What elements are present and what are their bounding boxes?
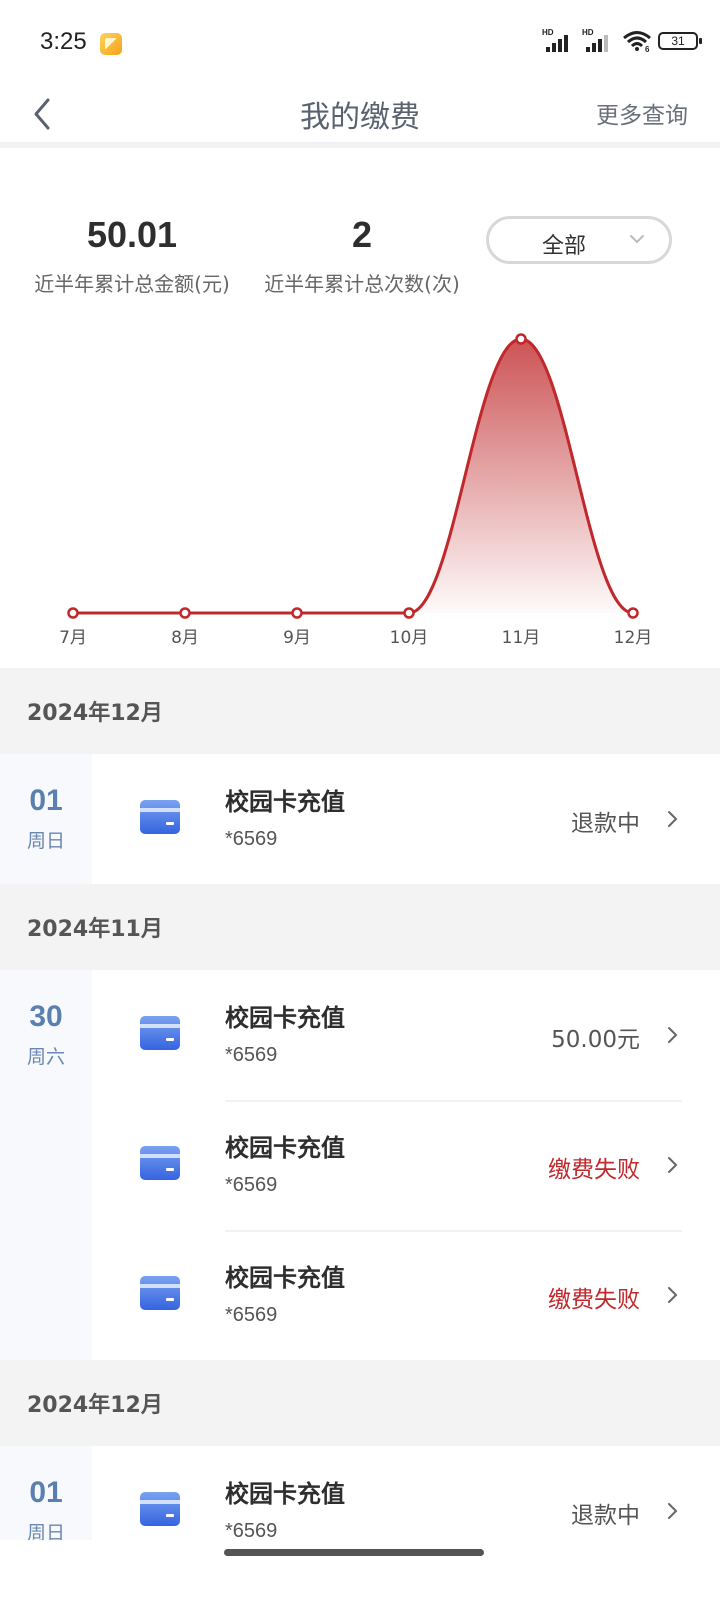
total-count-value: 2 <box>351 214 373 255</box>
chart-x-tick-label: 12月 <box>614 628 653 648</box>
day-items: 校园卡充值 *6569 退款中 <box>92 754 720 884</box>
payment-record-item[interactable]: 校园卡充值 *6569 缴费失败 <box>92 1100 720 1230</box>
card-icon <box>140 1016 180 1050</box>
day-items: 校园卡充值 *6569 50.00元 校园卡充值 *6569 缴费失败 校园卡充… <box>92 970 720 1360</box>
day-column: 30 周六 <box>0 970 92 1360</box>
battery-icon: 31 <box>658 32 702 50</box>
signal-icon-2: HD <box>582 28 616 52</box>
chart-x-tick-label: 10月 <box>390 628 429 648</box>
item-card-number: *6569 <box>225 1174 278 1196</box>
chevron-down-icon <box>630 235 644 244</box>
item-card-number: *6569 <box>225 1304 278 1326</box>
total-count-stat: 2 近半年累计总次数(次) <box>262 214 462 297</box>
chart-data-point <box>627 607 639 619</box>
chevron-right-icon <box>668 1157 678 1173</box>
status-icons: HD HD 6 31 <box>542 28 702 52</box>
day-number: 01 <box>29 1476 63 1509</box>
filter-selected-value: 全部 <box>541 234 586 259</box>
more-query-button[interactable]: 更多查询 <box>596 96 688 130</box>
total-amount-label: 近半年累计总金额(元) <box>34 272 230 296</box>
item-card-number: *6569 <box>225 1044 278 1066</box>
item-card-number: *6569 <box>225 828 278 850</box>
navigation-bar: 我的缴费 更多查询 <box>0 80 720 148</box>
item-title: 校园卡充值 <box>225 1264 345 1292</box>
card-icon <box>140 1146 180 1180</box>
chevron-right-icon <box>668 1503 678 1519</box>
day-weekday: 周六 <box>26 1046 65 1068</box>
chevron-right-icon <box>668 811 678 827</box>
wifi-label: 6 <box>645 45 650 52</box>
payment-trend-chart: 7月 8月 9月 10月 11月 12月 <box>59 333 653 648</box>
notification-app-icon <box>100 33 122 55</box>
total-amount-value: 50.01 <box>86 214 178 255</box>
day-weekday: 周日 <box>26 830 65 852</box>
day-number: 30 <box>29 1000 63 1033</box>
item-status: 退款中 <box>571 1503 640 1529</box>
card-icon <box>140 1276 180 1310</box>
card-icon <box>140 1492 180 1526</box>
signal-icon: HD <box>542 28 576 52</box>
chevron-right-icon <box>668 1287 678 1303</box>
item-title: 校园卡充值 <box>225 788 345 816</box>
item-status: 退款中 <box>571 811 640 837</box>
day-column: 01 周日 <box>0 754 92 884</box>
wifi-icon: 6 <box>623 31 651 52</box>
month-header: 2024年12月 <box>0 668 720 754</box>
payment-record-list: 2024年12月 01 周日 校园卡充值 *6569 退款中 2024年11月 … <box>0 668 720 1576</box>
payment-record-item[interactable]: 校园卡充值 *6569 缴费失败 <box>92 1230 720 1360</box>
chart-x-tick-label: 8月 <box>171 628 199 648</box>
day-group: 01 周日 校园卡充值 *6569 退款中 <box>0 754 720 884</box>
item-title: 校园卡充值 <box>225 1004 345 1032</box>
chart-data-point <box>403 607 415 619</box>
chart-data-point <box>67 607 79 619</box>
chart-x-tick-label: 11月 <box>502 628 541 648</box>
item-title: 校园卡充值 <box>225 1134 345 1162</box>
status-bar: 3:25 HD HD 6 31 <box>0 0 720 80</box>
chevron-right-icon <box>668 1027 678 1043</box>
item-status: 缴费失败 <box>548 1287 640 1313</box>
day-number: 01 <box>29 784 63 817</box>
item-status: 50.00元 <box>551 1027 640 1053</box>
month-header: 2024年11月 <box>0 884 720 970</box>
card-icon <box>140 800 180 834</box>
total-amount-stat: 50.01 近半年累计总金额(元) <box>32 214 232 297</box>
chart-data-point <box>291 607 303 619</box>
status-time: 3:25 <box>40 28 87 55</box>
item-title: 校园卡充值 <box>225 1480 345 1508</box>
chart-data-point <box>515 333 527 345</box>
total-count-label: 近半年累计总次数(次) <box>264 272 460 296</box>
item-status: 缴费失败 <box>548 1157 640 1183</box>
chart-x-tick-label: 9月 <box>283 628 311 648</box>
home-indicator[interactable] <box>224 1549 484 1556</box>
month-header: 2024年12月 <box>0 1360 720 1446</box>
day-group: 30 周六 校园卡充值 *6569 50.00元 校园卡充值 *6569 缴费失… <box>0 970 720 1360</box>
payment-record-item[interactable]: 校园卡充值 *6569 50.00元 <box>92 970 720 1100</box>
filter-dropdown[interactable]: 全部 <box>486 216 672 264</box>
summary-section: 50.01 近半年累计总金额(元) 2 近半年累计总次数(次) 全部 <box>0 200 720 310</box>
chart-data-point <box>179 607 191 619</box>
payment-record-item[interactable]: 校园卡充值 *6569 退款中 <box>92 754 720 884</box>
chart-x-tick-label: 7月 <box>59 628 87 648</box>
